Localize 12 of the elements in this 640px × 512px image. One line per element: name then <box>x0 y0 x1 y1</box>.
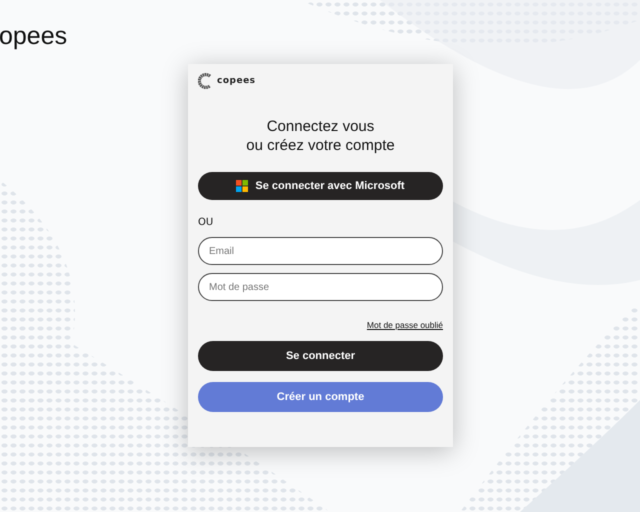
input-field[interactable]: Email <box>198 237 443 265</box>
logo-icon <box>198 73 214 89</box>
brand-name: copees <box>217 76 256 86</box>
windows-logo-icon <box>236 180 248 192</box>
create-account-button[interactable]: Créer un compte <box>198 382 443 412</box>
sign-in-button[interactable]: Se connecter <box>198 341 443 371</box>
forgot-password-link[interactable]: Mot de passe oublié <box>366 320 443 330</box>
form-title: Connectez vous ou créez votre compte <box>245 117 396 155</box>
input-field[interactable]: Mot de passe <box>198 273 443 301</box>
microsoft-sign-in-button[interactable]: Se connecter avec Microsoft <box>198 172 443 200</box>
separator-label: OU <box>198 217 214 228</box>
logo-text: opees <box>0 22 68 51</box>
